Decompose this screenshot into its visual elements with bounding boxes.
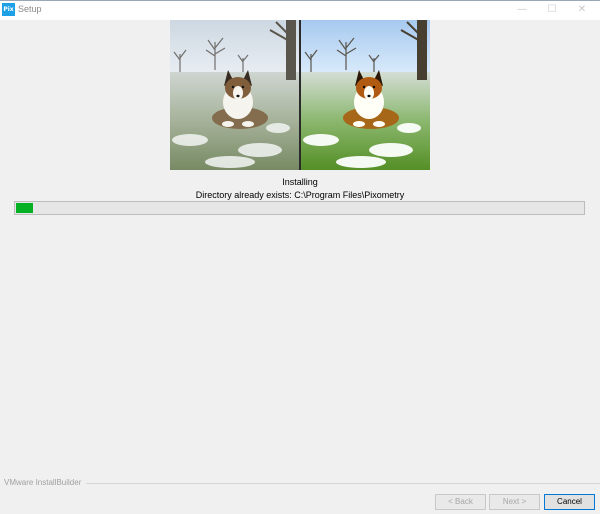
minimize-button[interactable]: — xyxy=(507,2,537,18)
title-bar: Pix Setup — ☐ ✕ xyxy=(0,0,600,20)
close-button[interactable]: ✕ xyxy=(567,2,597,18)
progress-bar xyxy=(14,201,585,215)
banner-before-image xyxy=(170,20,299,170)
status-detail: Directory already exists: C:\Program Fil… xyxy=(195,190,405,200)
window-title: Setup xyxy=(18,4,42,14)
cancel-button[interactable]: Cancel xyxy=(544,494,595,510)
maximize-button[interactable]: ☐ xyxy=(537,2,567,18)
next-button[interactable]: Next > xyxy=(489,494,540,510)
footer-divider xyxy=(86,483,600,484)
app-icon: Pix xyxy=(2,3,15,16)
status-title: Installing xyxy=(282,177,318,187)
banner-image xyxy=(170,20,430,170)
progress-bar-fill xyxy=(16,203,33,213)
back-button[interactable]: < Back xyxy=(435,494,486,510)
footer-brand: VMware InstallBuilder xyxy=(4,478,82,487)
setup-window: Pix Setup — ☐ ✕ Installing Directory alr… xyxy=(0,0,600,514)
window-top-border xyxy=(0,0,600,1)
banner-after-image xyxy=(301,20,430,170)
